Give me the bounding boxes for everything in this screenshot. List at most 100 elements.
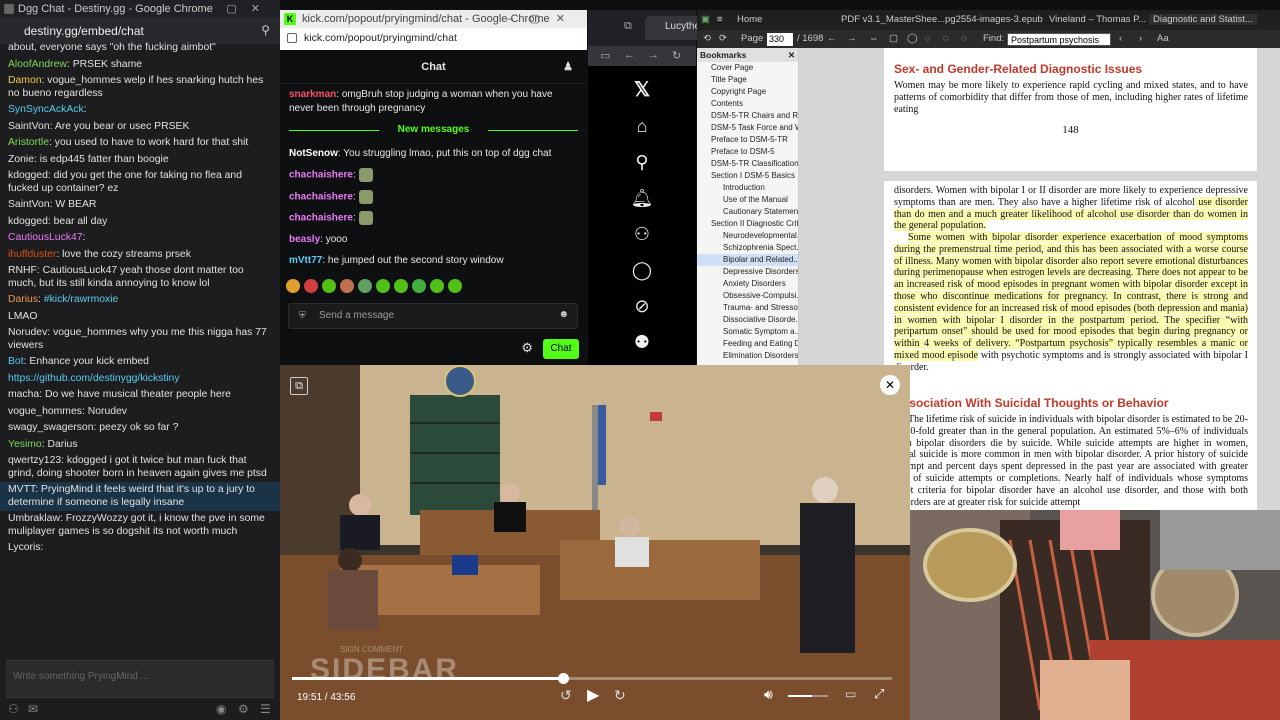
page-number-input[interactable]: 330 xyxy=(767,33,793,46)
volume-slider[interactable] xyxy=(788,695,828,697)
volume-icon[interactable]: 🔊︎ xyxy=(764,686,773,703)
bookmark-item[interactable]: Section I DSM-5 Basics xyxy=(697,170,798,182)
bookmark-item[interactable]: Feeding and Eating D... xyxy=(697,338,798,350)
settings-icon[interactable]: ⚙ xyxy=(521,340,533,356)
destiny-chat-input[interactable]: Write something PryingMind ... xyxy=(6,660,274,698)
tab-search-icon[interactable]: ⧉ xyxy=(624,20,632,33)
chat-username[interactable]: MVTT xyxy=(8,484,35,495)
person-add-icon[interactable]: ⚇ xyxy=(588,216,696,252)
chat-username[interactable]: CautiousLuck47 xyxy=(8,232,83,243)
home-icon[interactable]: ⌂ xyxy=(588,108,696,144)
forward-icon[interactable]: ↻ xyxy=(614,687,626,704)
bookmark-item[interactable]: DSM-5 Task Force and Wo... xyxy=(697,122,798,134)
find-next-icon[interactable]: › xyxy=(1139,33,1142,44)
chat-username[interactable]: macha xyxy=(8,389,39,400)
bookmark-item[interactable]: Copyright Page xyxy=(697,86,798,98)
chat-link[interactable]: https://github.com/destinygg/kickstiny xyxy=(8,373,180,384)
tab-home[interactable]: Home xyxy=(737,14,762,25)
close-icon[interactable]: ✕ xyxy=(788,50,795,61)
rewind-icon[interactable]: ↺ xyxy=(560,687,572,704)
miniplayer-icon[interactable]: ⧉ xyxy=(290,377,308,395)
chat-send-button[interactable]: Chat xyxy=(543,339,579,359)
rotate-left-icon[interactable]: ◌ xyxy=(925,33,931,44)
eye-icon[interactable]: ◉ xyxy=(216,702,226,716)
profile-icon[interactable]: ⚉ xyxy=(588,324,696,360)
grok-icon[interactable]: ⊘ xyxy=(588,288,696,324)
next-page-icon[interactable]: → xyxy=(847,33,857,44)
find-input[interactable]: Postpartum psychosis xyxy=(1007,33,1111,46)
chat-username[interactable]: Darius xyxy=(8,294,38,305)
tab-vineland[interactable]: Vineland – Thomas P... xyxy=(1049,14,1146,25)
bookmark-item[interactable]: Preface to DSM-5 xyxy=(697,146,798,158)
chat-username[interactable]: chachaishere xyxy=(289,191,353,202)
bookmark-item[interactable]: Preface to DSM-5-TR xyxy=(697,134,798,146)
bookmark-item[interactable]: Introduction xyxy=(697,182,798,194)
tab-epub[interactable]: pg2554-images-3.epub xyxy=(945,14,1043,25)
fit-width-icon[interactable]: ⇔ xyxy=(869,33,879,44)
sidebar-icon[interactable]: ▭ xyxy=(600,49,610,62)
bookmark-item[interactable]: Obsessive-Compulsi... xyxy=(697,290,798,302)
chat-username[interactable]: Umbraklaw xyxy=(8,513,60,524)
kick-url-bar[interactable]: kick.com/popout/pryingmind/chat xyxy=(280,28,587,50)
chat-username[interactable]: kdogged xyxy=(8,216,48,227)
chat-username[interactable]: beasly xyxy=(289,234,320,245)
tab-dsm[interactable]: Diagnostic and Statist... xyxy=(1149,14,1257,25)
back-icon[interactable]: ← xyxy=(624,49,635,61)
reload-icon[interactable]: ↻ xyxy=(672,49,681,62)
bookmark-item[interactable]: Neurodevelopmental... xyxy=(697,230,798,242)
users-icon[interactable]: ☰ xyxy=(260,702,271,716)
chat-username[interactable]: SaintVon xyxy=(8,199,50,210)
whisper-icon[interactable]: ✉ xyxy=(28,702,38,716)
bookmark-item[interactable]: DSM-5-TR Classification xyxy=(697,158,798,170)
zoom-out-icon[interactable]: ▢ xyxy=(889,33,898,44)
cooking-video[interactable] xyxy=(910,510,1280,720)
chat-link[interactable]: #kick/rawrmoxie xyxy=(44,294,118,305)
bookmark-item[interactable]: Section II Diagnostic Crit... xyxy=(697,218,798,230)
emote[interactable] xyxy=(394,279,408,293)
courtroom-video-player[interactable]: ⧉ ✕ SIDEBAR SIGN COMMENT 19:51 / 43:56 ↺… xyxy=(280,365,910,720)
bookmark-item[interactable]: Anxiety Disorders xyxy=(697,278,798,290)
match-case-icon[interactable]: Aa xyxy=(1157,33,1169,44)
chat-username[interactable]: swagy_swagerson xyxy=(8,422,93,433)
site-info-icon[interactable] xyxy=(287,33,297,43)
progress-track[interactable] xyxy=(292,673,892,684)
emote[interactable] xyxy=(430,279,444,293)
user-icon[interactable]: ⚇ xyxy=(8,702,19,716)
chat-username[interactable]: Damon xyxy=(8,75,42,86)
x-tab[interactable]: Lucythegr xyxy=(645,16,709,40)
bookmark-item[interactable]: Depressive Disorders xyxy=(697,266,798,278)
tab-pdf[interactable]: PDF v3.1_MasterShee... xyxy=(841,14,945,25)
emote[interactable] xyxy=(358,279,372,293)
chat-username[interactable]: AloofAndrew xyxy=(8,59,67,70)
play-icon[interactable]: ▶ xyxy=(587,685,599,705)
emote[interactable] xyxy=(340,279,354,293)
search-icon[interactable]: ⚲ xyxy=(588,144,696,180)
chat-icon[interactable]: ◯ xyxy=(588,252,696,288)
window-controls[interactable]: –▢✕ xyxy=(507,10,581,28)
zoom-icon[interactable]: ⚲ xyxy=(261,23,270,37)
emote[interactable] xyxy=(304,279,318,293)
bookmark-item[interactable]: Title Page xyxy=(697,74,798,86)
forward-icon[interactable]: → xyxy=(648,49,659,61)
emote[interactable] xyxy=(412,279,426,293)
bookmark-item[interactable]: Use of the Manual xyxy=(697,194,798,206)
rotate-icon[interactable]: ⟳ xyxy=(719,33,727,44)
chat-username[interactable]: snarkman xyxy=(289,89,336,100)
window-controls[interactable]: –▢✕ xyxy=(206,0,274,18)
chat-username[interactable]: NotSenow xyxy=(289,148,338,159)
fullscreen-icon[interactable]: ⤢ xyxy=(874,686,884,702)
close-icon[interactable]: ✕ xyxy=(880,375,900,395)
bookmark-item[interactable]: Contents xyxy=(697,98,798,110)
chat-username[interactable]: Zonie xyxy=(8,154,34,165)
chat-username[interactable]: mVtt77 xyxy=(289,255,322,266)
find-prev-icon[interactable]: ‹ xyxy=(1119,33,1122,44)
users-icon[interactable]: ♟ xyxy=(563,50,573,84)
bookmark-item[interactable]: Bipolar and Related... xyxy=(697,254,798,266)
bookmark-item[interactable]: Schizophrenia Spect... xyxy=(697,242,798,254)
kick-send-input[interactable]: ⛨ Send a message ☻ xyxy=(288,303,578,329)
emoji-icon[interactable]: ☻ xyxy=(558,309,569,320)
chat-username[interactable]: vogue_hommes xyxy=(8,406,82,417)
bookmark-item[interactable]: DSM-5-TR Chairs and Re... xyxy=(697,110,798,122)
bookmark-item[interactable]: Elimination Disorders xyxy=(697,350,798,362)
toc-icon[interactable]: ⟲ xyxy=(703,33,711,44)
